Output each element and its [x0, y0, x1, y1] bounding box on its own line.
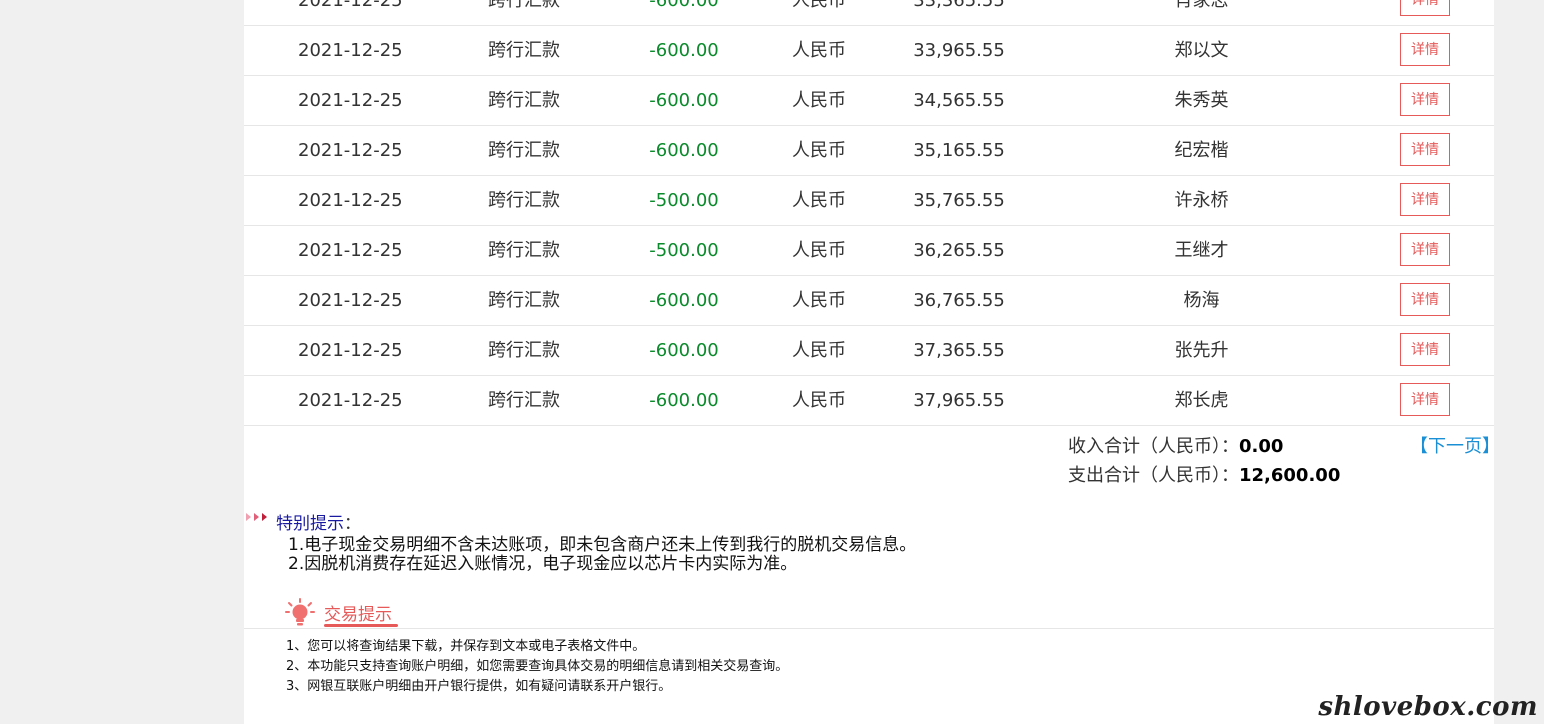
- payee-cell: 纪宏楷: [1174, 140, 1229, 161]
- detail-button[interactable]: 详情: [1400, 83, 1450, 116]
- balance-cell: 36,265.55: [913, 240, 1005, 261]
- balance-cell: 37,365.55: [913, 340, 1005, 361]
- payee-cell: 朱秀英: [1174, 90, 1229, 111]
- balance-cell: 34,565.55: [913, 90, 1005, 111]
- expense-total-label: 支出合计（人民币）：: [1068, 465, 1239, 486]
- currency-cell: 人民币: [792, 390, 846, 411]
- currency-cell: 人民币: [792, 90, 846, 111]
- table-row: 2021-12-25 跨行汇款 -500.00 人民币 35,765.55 许永…: [244, 176, 1494, 226]
- detail-button[interactable]: 详情: [1400, 183, 1450, 216]
- date-cell: 2021-12-25: [298, 340, 403, 361]
- currency-cell: 人民币: [792, 240, 846, 261]
- currency-cell: 人民币: [792, 340, 846, 361]
- type-cell: 跨行汇款: [488, 90, 560, 111]
- table-row: 2021-12-25 跨行汇款 -600.00 人民币 33,365.55 肖家…: [244, 0, 1494, 26]
- type-cell: 跨行汇款: [488, 240, 560, 261]
- amount-cell: -600.00: [649, 340, 719, 361]
- balance-cell: 36,765.55: [913, 290, 1005, 311]
- date-cell: 2021-12-25: [298, 390, 403, 411]
- detail-button[interactable]: 详情: [1400, 0, 1450, 16]
- balance-cell: 33,365.55: [913, 0, 1005, 11]
- payee-cell: 杨海: [1183, 290, 1220, 311]
- detail-button[interactable]: 详情: [1400, 233, 1450, 266]
- balance-cell: 33,965.55: [913, 40, 1005, 61]
- detail-button[interactable]: 详情: [1400, 383, 1450, 416]
- amount-cell: -500.00: [649, 240, 719, 261]
- triple-arrow-icon: [246, 513, 267, 521]
- table-row: 2021-12-25 跨行汇款 -600.00 人民币 37,965.55 郑长…: [244, 376, 1494, 426]
- balance-cell: 35,765.55: [913, 190, 1005, 211]
- trade-tips-title: 交易提示: [324, 605, 392, 625]
- type-cell: 跨行汇款: [488, 140, 560, 161]
- amount-cell: -600.00: [649, 140, 719, 161]
- transaction-table: 2021-12-25 跨行汇款 -600.00 人民币 33,365.55 肖家…: [244, 0, 1494, 426]
- payee-cell: 张先升: [1174, 340, 1229, 361]
- payee-cell: 郑长虎: [1174, 390, 1229, 411]
- expense-total-value: 12,600.00: [1239, 465, 1341, 486]
- lightbulb-icon: [285, 598, 315, 626]
- table-row: 2021-12-25 跨行汇款 -600.00 人民币 35,165.55 纪宏…: [244, 126, 1494, 176]
- detail-button[interactable]: 详情: [1400, 133, 1450, 166]
- table-row: 2021-12-25 跨行汇款 -600.00 人民币 37,365.55 张先…: [244, 326, 1494, 376]
- amount-cell: -600.00: [649, 0, 719, 11]
- expense-total: 支出合计（人民币）：12,600.00: [1068, 461, 1340, 487]
- balance-cell: 37,965.55: [913, 390, 1005, 411]
- amount-cell: -600.00: [649, 290, 719, 311]
- date-cell: 2021-12-25: [298, 290, 403, 311]
- table-row: 2021-12-25 跨行汇款 -600.00 人民币 36,765.55 杨海…: [244, 276, 1494, 326]
- type-cell: 跨行汇款: [488, 340, 560, 361]
- currency-cell: 人民币: [792, 0, 846, 11]
- trade-tip-line-1: 1、您可以将查询结果下载，并保存到文本或电子表格文件中。: [286, 639, 646, 654]
- type-cell: 跨行汇款: [488, 290, 560, 311]
- type-cell: 跨行汇款: [488, 40, 560, 61]
- date-cell: 2021-12-25: [298, 0, 403, 11]
- amount-cell: -600.00: [649, 390, 719, 411]
- amount-cell: -600.00: [649, 90, 719, 111]
- special-notice-line-2: 2.因脱机消费存在延迟入账情况，电子现金应以芯片卡内实际为准。: [288, 554, 798, 574]
- date-cell: 2021-12-25: [298, 40, 403, 61]
- watermark: shlovebox.com: [1318, 692, 1538, 722]
- detail-button[interactable]: 详情: [1400, 283, 1450, 316]
- detail-button[interactable]: 详情: [1400, 33, 1450, 66]
- type-cell: 跨行汇款: [488, 0, 560, 11]
- table-row: 2021-12-25 跨行汇款 -600.00 人民币 34,565.55 朱秀…: [244, 76, 1494, 126]
- trade-tip-line-2: 2、本功能只支持查询账户明细，如您需要查询具体交易的明细信息请到相关交易查询。: [286, 659, 789, 674]
- detail-button[interactable]: 详情: [1400, 333, 1450, 366]
- table-row: 2021-12-25 跨行汇款 -500.00 人民币 36,265.55 王继…: [244, 226, 1494, 276]
- date-cell: 2021-12-25: [298, 190, 403, 211]
- trade-tip-line-3: 3、网银互联账户明细由开户银行提供，如有疑问请联系开户银行。: [286, 679, 672, 694]
- date-cell: 2021-12-25: [298, 140, 403, 161]
- currency-cell: 人民币: [792, 190, 846, 211]
- payee-cell: 许永桥: [1174, 190, 1229, 211]
- payee-cell: 郑以文: [1174, 40, 1229, 61]
- currency-cell: 人民币: [792, 140, 846, 161]
- type-cell: 跨行汇款: [488, 390, 560, 411]
- currency-cell: 人民币: [792, 290, 846, 311]
- payee-cell: 肖家志: [1174, 0, 1229, 11]
- amount-cell: -600.00: [649, 40, 719, 61]
- balance-cell: 35,165.55: [913, 140, 1005, 161]
- income-total-label: 收入合计（人民币）：: [1068, 436, 1239, 457]
- date-cell: 2021-12-25: [298, 240, 403, 261]
- payee-cell: 王继才: [1174, 240, 1229, 261]
- next-page-link[interactable]: 【下一页】: [1410, 432, 1500, 458]
- trade-tips-divider: [244, 628, 1494, 629]
- currency-cell: 人民币: [792, 40, 846, 61]
- table-row: 2021-12-25 跨行汇款 -600.00 人民币 33,965.55 郑以…: [244, 26, 1494, 76]
- trade-tips-underline: [324, 624, 398, 627]
- type-cell: 跨行汇款: [488, 190, 560, 211]
- content-panel: 2021-12-25 跨行汇款 -600.00 人民币 33,365.55 肖家…: [244, 0, 1500, 724]
- income-total-value: 0.00: [1239, 436, 1284, 457]
- date-cell: 2021-12-25: [298, 90, 403, 111]
- income-total: 收入合计（人民币）：0.00: [1068, 432, 1283, 458]
- amount-cell: -500.00: [649, 190, 719, 211]
